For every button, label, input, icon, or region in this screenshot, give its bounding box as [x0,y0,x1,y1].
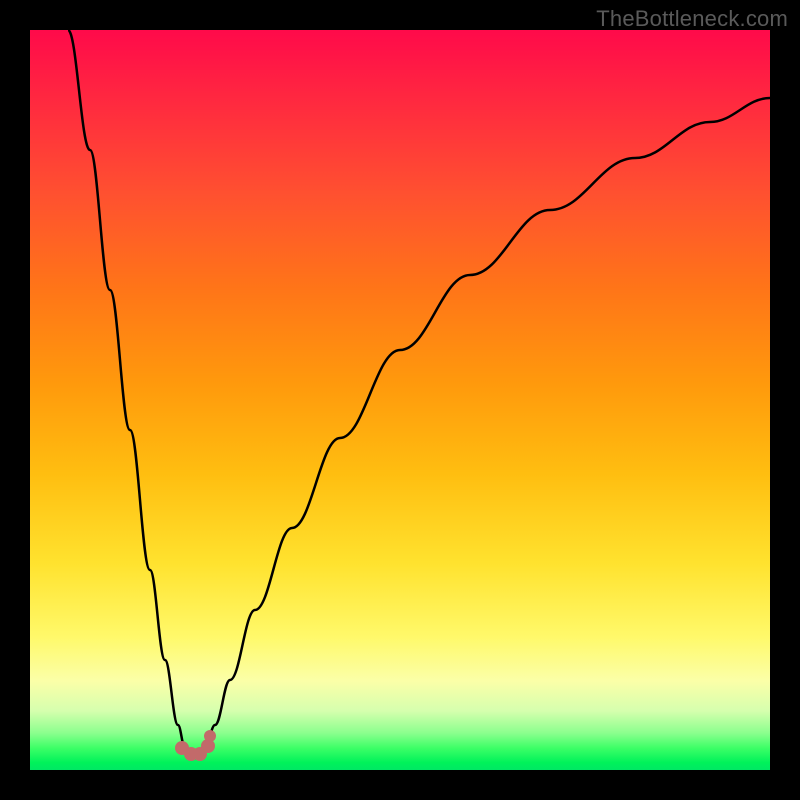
valley-marker [193,747,207,761]
curve-overlay [30,30,770,770]
curve-left [68,30,185,748]
valley-marker [184,747,198,761]
watermark-text: TheBottleneck.com [596,6,788,32]
valley-marker [201,739,215,753]
curve-right [205,98,770,748]
valley-marker [204,730,216,742]
valley-markers [175,730,216,761]
valley-marker [175,741,189,755]
chart-area [30,30,770,770]
